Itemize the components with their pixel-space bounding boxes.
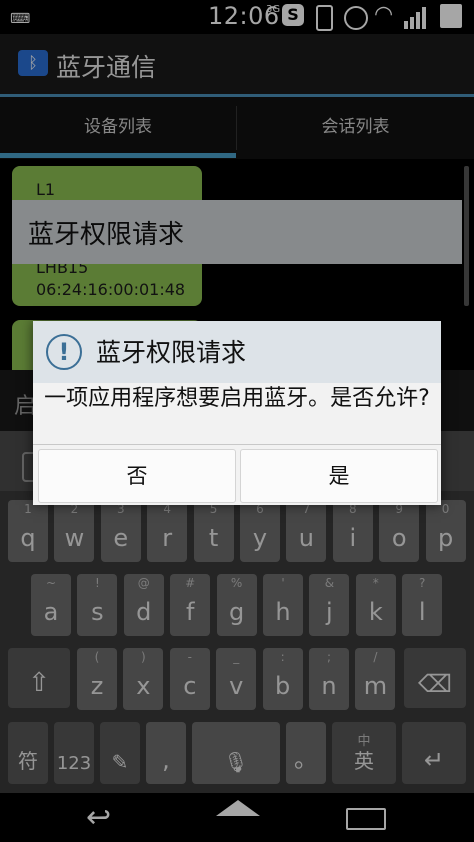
dialog-title: 蓝牙权限请求 (96, 338, 247, 367)
deny-button[interactable]: 否 (38, 449, 236, 503)
alert-icon: ! (46, 334, 82, 370)
allow-button[interactable]: 是 (240, 449, 438, 503)
dialog-message: 一项应用程序想要启用蓝牙。是否允许? (44, 386, 430, 411)
dialog-divider (33, 444, 441, 445)
